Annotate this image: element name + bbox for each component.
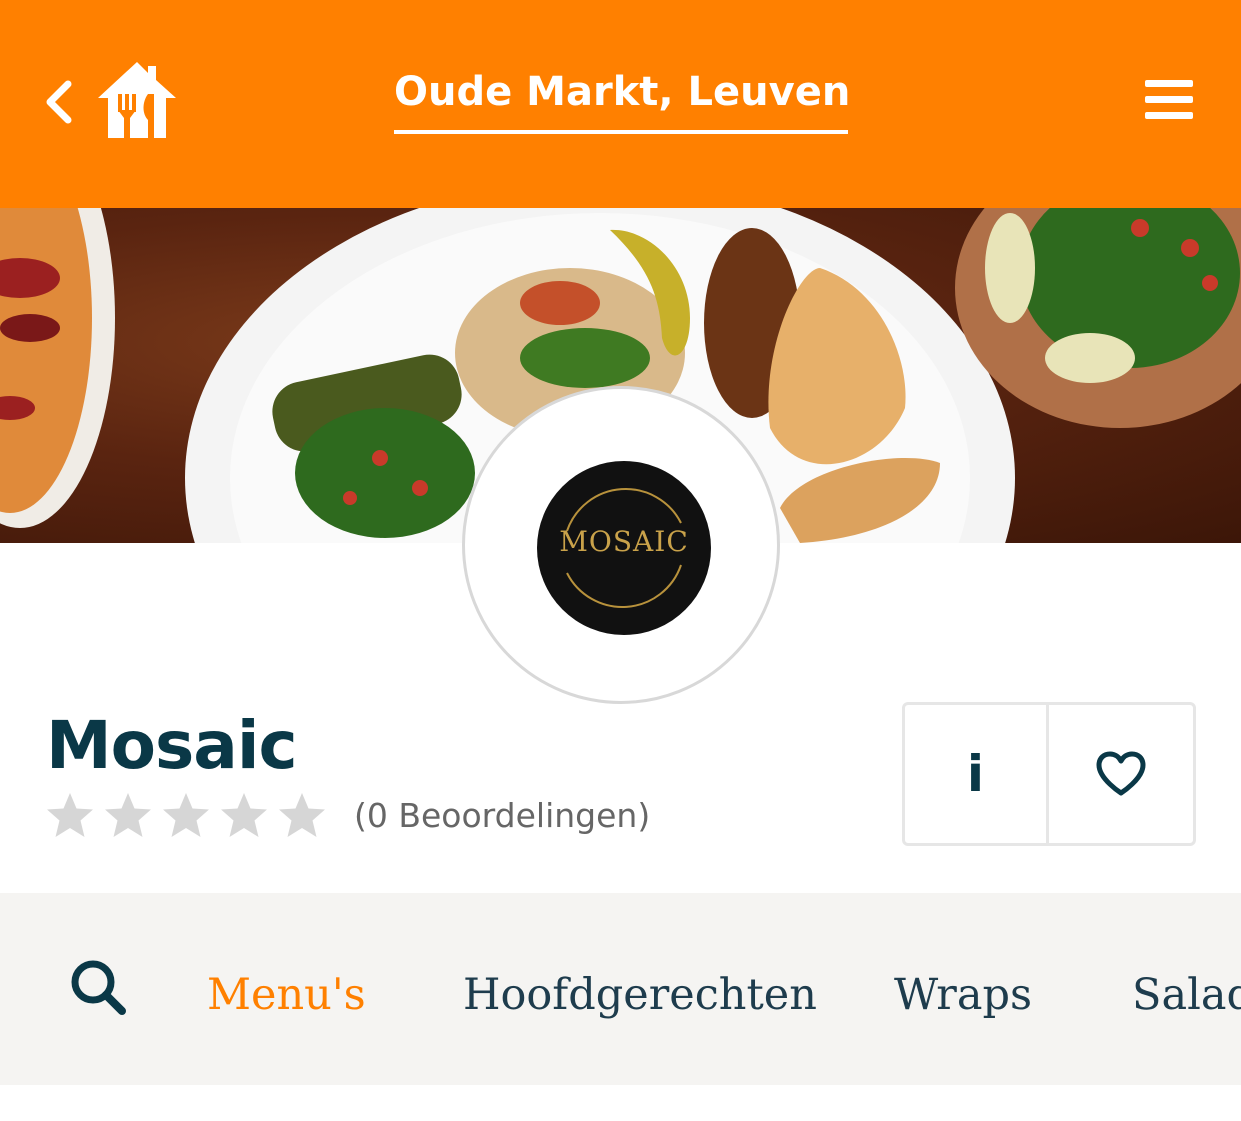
- house-cutlery-logo: [98, 62, 176, 138]
- favorite-button[interactable]: [1049, 705, 1193, 843]
- top-app-bar: Oude Markt, Leuven: [0, 0, 1241, 208]
- restaurant-logo-text: MOSAIC: [559, 525, 689, 558]
- rating-stars: [44, 790, 328, 842]
- restaurant-logo-badge: MOSAIC: [537, 461, 711, 635]
- category-tab-salad[interactable]: Salad: [1132, 967, 1241, 1023]
- back-button[interactable]: [40, 76, 84, 128]
- hamburger-menu-icon: [1145, 112, 1193, 119]
- hamburger-menu-icon: [1145, 96, 1193, 103]
- restaurant-name: Mosaic: [46, 707, 298, 784]
- hamburger-menu-button[interactable]: [1140, 76, 1198, 124]
- delivery-location[interactable]: Oude Markt, Leuven: [394, 66, 850, 134]
- category-tab-hoofdgerechten[interactable]: Hoofdgerechten: [463, 967, 817, 1023]
- category-bar: Menu's Hoofdgerechten Wraps Salad: [0, 893, 1241, 1085]
- star-icon: [163, 793, 209, 837]
- star-icon: [47, 793, 93, 837]
- category-tab-wraps[interactable]: Wraps: [894, 967, 1032, 1023]
- star-icon: [105, 793, 151, 837]
- star-icon: [221, 793, 267, 837]
- chevron-left-icon: [46, 80, 72, 124]
- search-icon: [71, 960, 126, 1015]
- category-tab-menus[interactable]: Menu's: [207, 967, 366, 1023]
- star-icon: [279, 793, 325, 837]
- menu-search-button[interactable]: [68, 957, 130, 1019]
- app-logo[interactable]: [94, 58, 180, 142]
- restaurant-actions: i: [902, 702, 1196, 846]
- restaurant-logo: MOSAIC: [462, 386, 780, 704]
- info-icon: i: [966, 745, 985, 803]
- info-button[interactable]: i: [905, 705, 1049, 843]
- heart-outline-icon: [1096, 751, 1146, 796]
- hamburger-menu-icon: [1145, 80, 1193, 87]
- reviews-count[interactable]: (0 Beoordelingen): [354, 794, 650, 838]
